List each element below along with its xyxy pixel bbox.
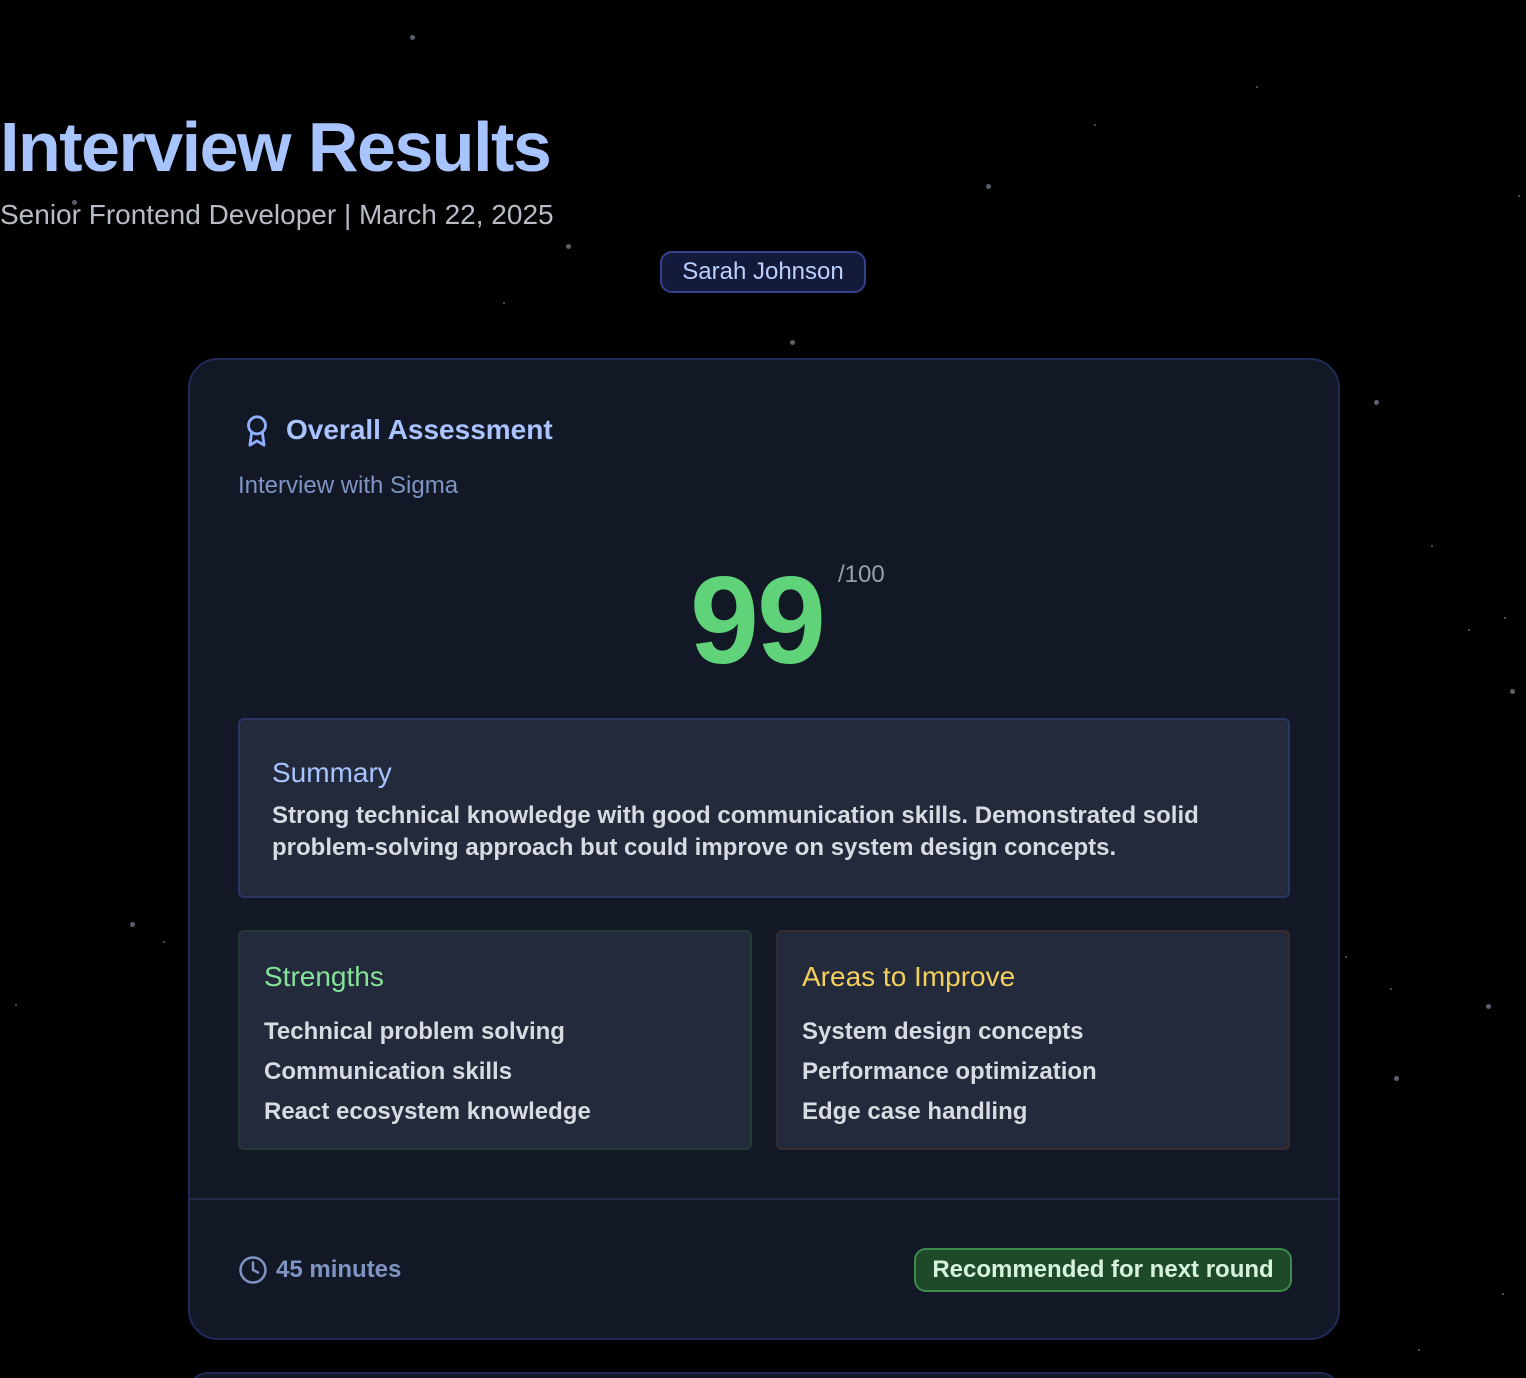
card-footer-divider	[190, 1198, 1338, 1200]
star	[410, 35, 415, 40]
star	[566, 244, 571, 249]
star	[1510, 689, 1515, 694]
summary-title: Summary	[272, 757, 392, 788]
star	[1345, 956, 1347, 958]
card-title: Overall Assessment	[286, 414, 553, 445]
improvements-title: Areas to Improve	[802, 961, 1016, 992]
summary-text: Strong technical knowledge with good com…	[272, 802, 1199, 861]
score-value: 99	[690, 552, 826, 690]
star	[1468, 629, 1470, 631]
page-subtitle: Senior Frontend Developer | March 22, 20…	[0, 199, 554, 230]
list-item: Communication skills	[264, 1058, 513, 1085]
list-item: System design concepts	[802, 1018, 1084, 1045]
star	[15, 1004, 17, 1006]
list-item: Technical problem solving	[264, 1018, 565, 1045]
next-card	[188, 1372, 1340, 1378]
star	[503, 302, 505, 304]
star	[1394, 1076, 1399, 1081]
star	[1418, 1349, 1420, 1351]
improvements-panel: Areas to Improve System design concepts …	[776, 930, 1290, 1150]
star	[163, 941, 165, 943]
star	[1486, 1004, 1491, 1009]
list-item: Edge case handling	[802, 1098, 1028, 1125]
list-item: React ecosystem knowledge	[264, 1098, 591, 1125]
star	[1374, 400, 1379, 405]
card-subtitle: Interview with Sigma	[238, 472, 459, 499]
star	[1390, 988, 1392, 990]
strengths-title: Strengths	[264, 961, 384, 992]
page-title: Interview Results	[0, 108, 552, 186]
star	[130, 922, 135, 927]
duration-text: 45 minutes	[276, 1256, 402, 1283]
strengths-panel: Strengths Technical problem solving Comm…	[238, 930, 752, 1150]
list-item: Performance optimization	[802, 1058, 1097, 1085]
score-max: /100	[838, 561, 885, 588]
recommendation-badge: Recommended for next round	[914, 1248, 1292, 1292]
clock-icon	[239, 1256, 267, 1284]
star	[790, 340, 795, 345]
star	[1504, 617, 1506, 619]
summary-section: Summary Strong technical knowledge with …	[238, 718, 1290, 898]
star	[1431, 545, 1433, 547]
candidate-name-badge: Sarah Johnson	[660, 251, 866, 293]
star	[1502, 1293, 1504, 1295]
strengths-list: Technical problem solving Communication …	[264, 1012, 591, 1132]
improvements-list: System design concepts Performance optim…	[802, 1012, 1097, 1132]
star	[1256, 86, 1258, 88]
award-icon	[247, 415, 267, 447]
page: Interview Results Senior Frontend Develo…	[0, 0, 1526, 1378]
overall-assessment-card: Overall Assessment Interview with Sigma …	[188, 358, 1340, 1340]
